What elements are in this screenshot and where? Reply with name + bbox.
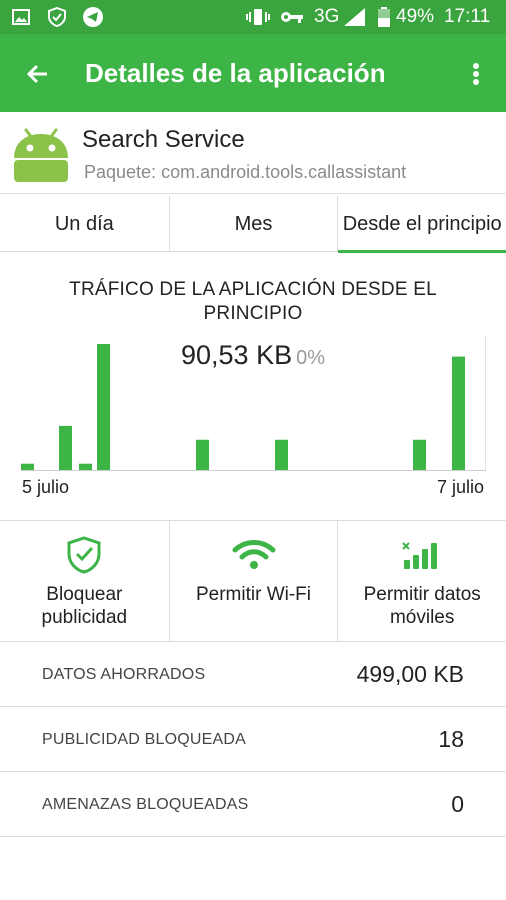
period-tabs: Un día Mes Desde el principio: [0, 196, 506, 253]
stat-row-data-saved: DATOS AHORRADOS 499,00 KB: [0, 643, 506, 707]
shield-icon: [48, 7, 66, 27]
back-button[interactable]: [16, 52, 60, 96]
network-type: 3G: [314, 6, 340, 27]
clock: 17:11: [444, 6, 491, 27]
chart-bar: [79, 463, 92, 470]
chart-title: TRÁFICO DE LA APLICACIÓN DESDE EL PRINCI…: [69, 279, 437, 324]
wifi-icon: [170, 535, 338, 575]
overflow-menu-button[interactable]: [460, 52, 492, 96]
app-name: Search Service: [82, 126, 245, 153]
battery-icon: [378, 7, 390, 27]
x-axis-start-label: 5 julio: [22, 477, 70, 497]
shield-check-icon: [0, 535, 169, 575]
tab-mes[interactable]: Mes: [168, 196, 338, 252]
chart-bar: [59, 425, 72, 470]
package-name: Paquete: com.android.tools.callassistant: [84, 162, 407, 182]
x-axis-end-label: 7 julio: [436, 477, 484, 497]
page-title: Detalles de la aplicación: [85, 58, 386, 88]
app-bar: Detalles de la aplicación: [0, 34, 506, 112]
arrow-back-icon: [26, 64, 47, 84]
vibrate-icon: [246, 7, 270, 27]
mobile-signal-icon: [338, 535, 506, 575]
allow-mobile-data-button[interactable]: Permitir datos móviles: [337, 521, 506, 642]
chart-total-value: 90,53 KB: [181, 340, 293, 370]
chart-bar: [21, 463, 34, 470]
chart-bar: [275, 439, 288, 470]
stat-label: PUBLICIDAD BLOQUEADA: [42, 731, 247, 748]
stat-value: 0: [451, 791, 464, 817]
actions-row: Bloquear publicidad Permitir Wi-Fi Permi…: [0, 520, 506, 642]
tab-desde-el-principio[interactable]: Desde el principio: [337, 196, 506, 253]
allow-wifi-label: Permitir Wi-Fi: [195, 584, 312, 605]
block-ads-button[interactable]: Bloquear publicidad: [0, 521, 169, 642]
tab-un-dia[interactable]: Un día: [0, 196, 169, 252]
chart-bar: [413, 439, 426, 470]
vpn-key-icon: [280, 7, 304, 27]
status-bar: 3G 49% 17:11: [0, 0, 506, 34]
more-vert-icon: [473, 63, 479, 85]
allow-mobile-data-label: Permitir datos móviles: [363, 584, 481, 628]
stat-value: 499,00 KB: [356, 661, 464, 687]
stat-label: AMENAZAS BLOQUEADAS: [42, 796, 249, 813]
chart-bar: [452, 356, 465, 470]
chart-total: 90,53 KB 0%: [0, 340, 506, 371]
chart-bar: [196, 439, 209, 470]
stat-label: DATOS AHORRADOS: [42, 666, 206, 683]
signal-icon: [343, 7, 367, 27]
android-app-icon: [14, 128, 68, 182]
stat-row-threats-blocked: AMENAZAS BLOQUEADAS 0: [0, 773, 506, 837]
block-ads-label: Bloquear publicidad: [41, 584, 128, 628]
stat-row-ads-blocked: PUBLICIDAD BLOQUEADA 18: [0, 708, 506, 772]
telegram-icon: [82, 7, 104, 27]
allow-wifi-button[interactable]: Permitir Wi-Fi: [168, 521, 338, 642]
battery-level: 49%: [396, 6, 435, 27]
stat-value: 18: [438, 726, 464, 752]
chart-total-percent: 0%: [296, 347, 325, 369]
app-header: Search Service Paquete: com.android.tool…: [0, 112, 506, 194]
image-icon: [12, 7, 30, 27]
